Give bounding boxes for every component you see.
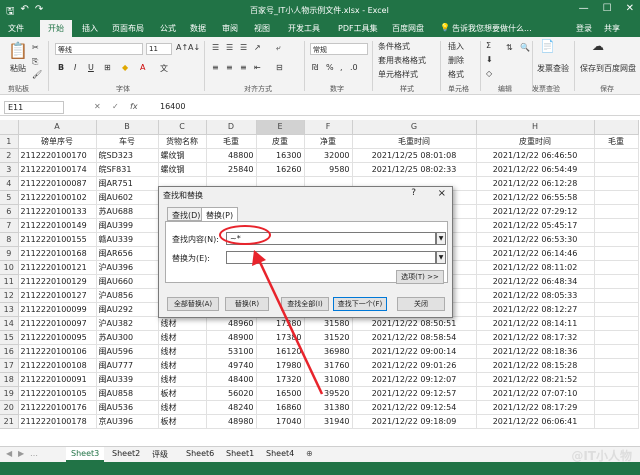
sheet-tab-bar: ◀ ▶ … Sheet3 Sheet2 评级 Sheet6 Sheet1 She… bbox=[0, 446, 640, 462]
sheet-next-icon[interactable]: ▶ bbox=[18, 449, 24, 458]
sheet-tab[interactable]: Sheet6 bbox=[186, 449, 214, 458]
sheet-prev-icon[interactable]: ◀ bbox=[6, 449, 12, 458]
sheet-tab[interactable]: Sheet1 bbox=[226, 449, 254, 458]
sheet-more-icon[interactable]: … bbox=[30, 449, 38, 458]
sheet-tab[interactable]: Sheet2 bbox=[112, 449, 140, 458]
sheet-tab[interactable]: Sheet3 bbox=[66, 447, 105, 462]
arrow-shaft bbox=[256, 257, 324, 395]
sheet-tab[interactable]: Sheet4 bbox=[266, 449, 294, 458]
add-sheet-icon[interactable]: ⊕ bbox=[306, 449, 313, 458]
sheet-tab[interactable]: 评级 bbox=[152, 449, 168, 460]
annotation-arrow bbox=[252, 250, 324, 395]
arrow-head bbox=[252, 250, 266, 266]
status-bar bbox=[0, 462, 640, 475]
